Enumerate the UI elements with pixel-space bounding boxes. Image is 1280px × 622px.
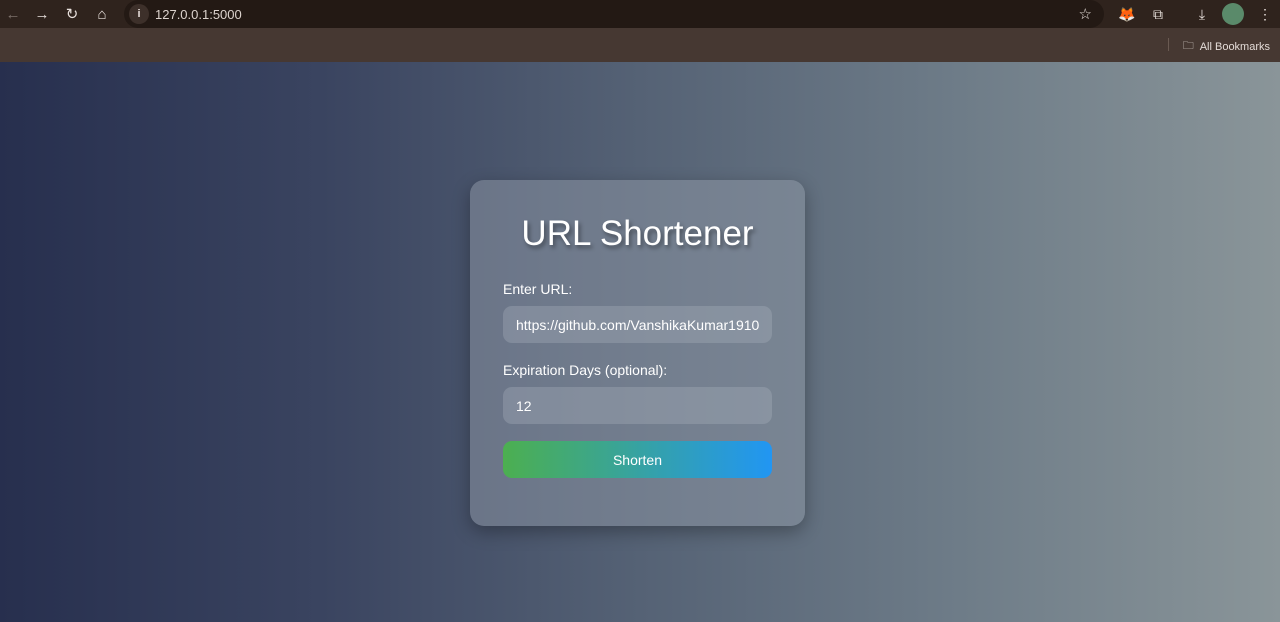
all-bookmarks-button[interactable]: 🗀 All Bookmarks [1183,37,1270,56]
download-icon[interactable]: ⤓ [1191,3,1213,25]
metamask-extension-icon[interactable]: 🦊 [1116,3,1138,25]
shortener-card: URL Shortener Enter URL: Expiration Days… [470,180,805,526]
reload-icon[interactable]: ↻ [60,2,84,26]
menu-icon[interactable]: ⋮ [1254,3,1276,25]
profile-avatar[interactable] [1222,3,1244,25]
browser-toolbar: ← → ↻ ⌂ i 127.0.0.1:5000 ☆ 🦊 ⧉ ⤓ ⋮ [0,0,1280,28]
back-icon[interactable]: ← [1,2,25,26]
browser-chrome: ← → ↻ ⌂ i 127.0.0.1:5000 ☆ 🦊 ⧉ ⤓ ⋮ 🗀 All… [0,0,1280,62]
page-background: URL Shortener Enter URL: Expiration Days… [0,62,1280,622]
expiry-label: Expiration Days (optional): [503,362,668,378]
address-bar[interactable]: i 127.0.0.1:5000 ☆ [124,0,1104,28]
forward-icon[interactable]: → [30,2,54,26]
all-bookmarks-label: All Bookmarks [1199,40,1270,53]
extensions-icon[interactable]: ⧉ [1147,3,1169,25]
site-info-icon[interactable]: i [129,4,149,24]
url-label: Enter URL: [503,281,573,297]
expiry-input[interactable] [503,387,772,424]
bookmark-star-icon[interactable]: ☆ [1079,5,1092,23]
folder-icon: 🗀 [1182,40,1194,52]
address-url[interactable]: 127.0.0.1:5000 [155,7,242,22]
bookmark-divider [1168,38,1169,51]
url-input[interactable] [503,306,772,343]
shorten-button[interactable]: Shorten [503,441,772,478]
home-icon[interactable]: ⌂ [90,2,114,26]
page-title: URL Shortener [521,214,754,253]
